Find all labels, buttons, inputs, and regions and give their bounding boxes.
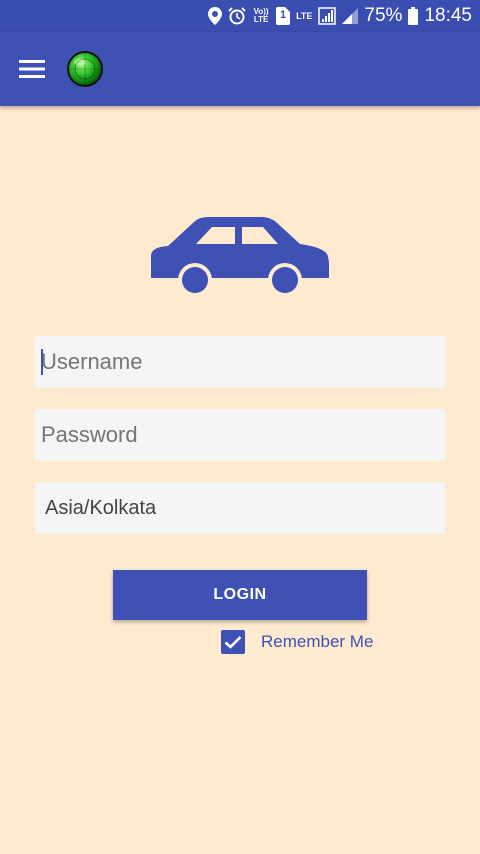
sim-slot-number: 1 [280,9,287,21]
username-field-container [35,336,445,388]
lte-indicator: LTE [296,11,313,21]
password-input[interactable] [35,409,445,461]
car-icon [151,217,329,297]
signal-strength-icon-2 [342,7,359,25]
status-icons: Vo)) LTE 1 LTE 75% 18:45 [208,0,472,32]
text-cursor [41,349,43,375]
location-icon [208,7,223,25]
hamburger-menu-icon [19,60,45,78]
hamburger-menu-button[interactable] [14,52,50,86]
timezone-value: Asia/Kolkata [45,496,157,519]
battery-percent: 75% [364,5,403,26]
green-radar-logo-icon [67,51,103,87]
username-input[interactable] [35,336,445,388]
app-logo [66,50,104,88]
timezone-selector[interactable]: Asia/Kolkata [35,482,445,534]
battery-icon [408,7,419,25]
remember-me-checkbox[interactable] [221,630,245,654]
remember-me-label[interactable]: Remember Me [261,632,373,652]
car-hero [150,214,330,301]
app-bar [0,32,480,106]
checkmark-icon [224,636,242,649]
signal-strength-icon [318,7,337,25]
password-field-container [35,409,445,461]
volte-indicator: Vo)) LTE [253,7,269,24]
alarm-icon [228,7,246,25]
clock: 18:45 [424,5,472,26]
login-button[interactable]: LOGIN [113,570,367,620]
sim-slot-icon: 1 [276,7,291,25]
status-bar: Vo)) LTE 1 LTE 75% 18:45 [0,0,480,32]
